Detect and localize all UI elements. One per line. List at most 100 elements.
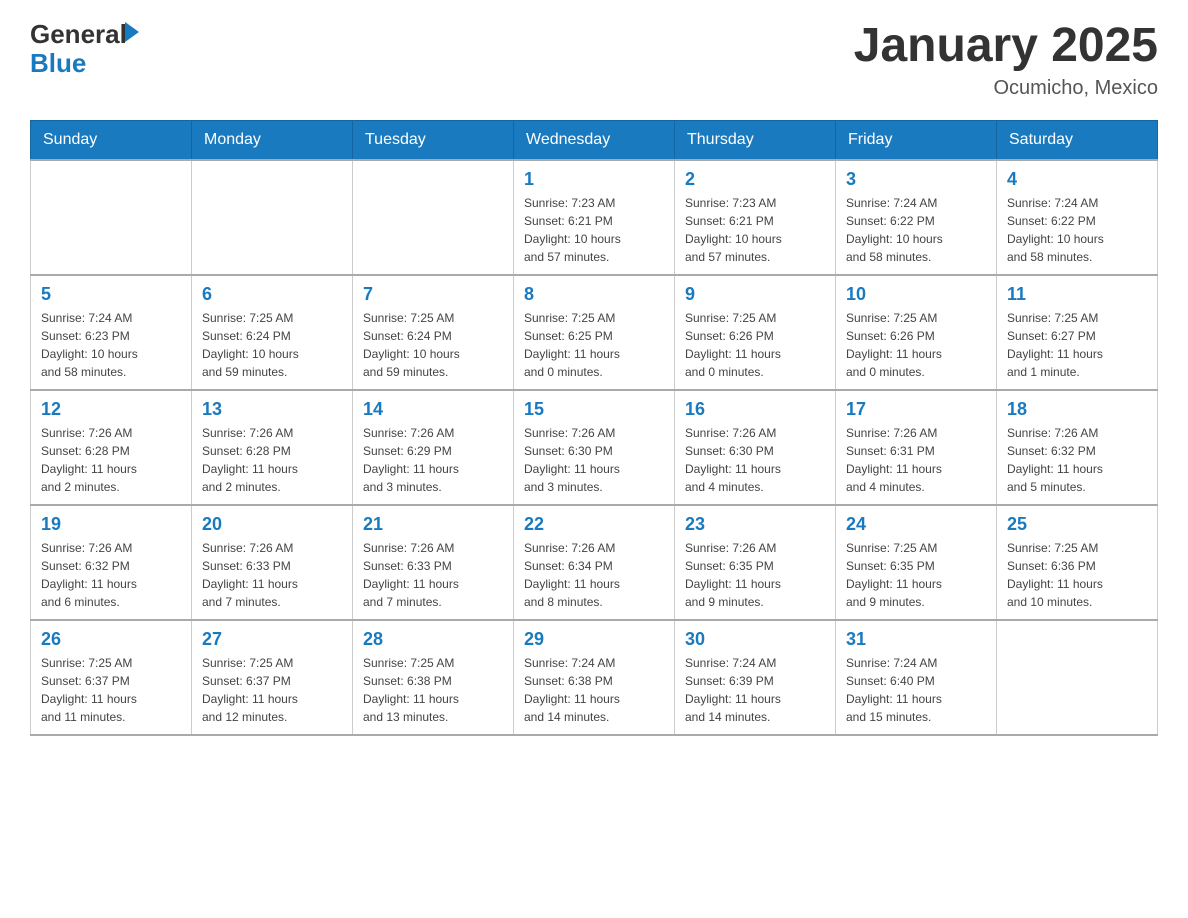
day-number: 8	[524, 284, 664, 305]
day-info: Sunrise: 7:24 AM Sunset: 6:22 PM Dayligh…	[1007, 194, 1147, 266]
cell-week3-day3: 14Sunrise: 7:26 AM Sunset: 6:29 PM Dayli…	[353, 390, 514, 505]
day-info: Sunrise: 7:25 AM Sunset: 6:25 PM Dayligh…	[524, 309, 664, 381]
cell-week3-day1: 12 Sunrise: 7:26 AM Sunset: 6:28 PM Dayli…	[31, 390, 192, 505]
day-number: 31	[846, 629, 986, 650]
day-number: 9	[685, 284, 825, 305]
day-info: Sunrise: 7:25 AM Sunset: 6:37 PM Dayligh…	[41, 654, 181, 726]
day-info: Sunrise: 7:26 AM Sunset: 6:30 PM Dayligh…	[524, 424, 664, 496]
week-row-3: 12 Sunrise: 7:26 AM Sunset: 6:28 PM Dayli…	[31, 390, 1158, 505]
day-number: 1	[524, 169, 664, 190]
day-info: Sunrise: 7:25 AM Sunset: 6:26 PM Dayligh…	[685, 309, 825, 381]
day-info: Sunrise: 7:24 AM Sunset: 6:39 PM Dayligh…	[685, 654, 825, 726]
weekday-header-row: SundayMondayTuesdayWednesdayThursdayFrid…	[31, 120, 1158, 160]
day-number: 21	[363, 514, 503, 535]
week-row-4: 19Sunrise: 7:26 AM Sunset: 6:32 PM Dayli…	[31, 505, 1158, 620]
day-number: 26	[41, 629, 181, 650]
cell-week2-day4: 8 Sunrise: 7:25 AM Sunset: 6:25 PM Daylig…	[514, 275, 675, 390]
cell-week1-day3	[353, 160, 514, 275]
cell-week5-day7	[997, 620, 1158, 735]
day-number: 13	[202, 399, 342, 420]
day-info: Sunrise: 7:25 AM Sunset: 6:38 PM Dayligh…	[363, 654, 503, 726]
header-sunday: Sunday	[31, 120, 192, 160]
day-number: 17	[846, 399, 986, 420]
header-friday: Friday	[836, 120, 997, 160]
cell-week3-day5: 16Sunrise: 7:26 AM Sunset: 6:30 PM Dayli…	[675, 390, 836, 505]
day-number: 10	[846, 284, 986, 305]
day-number: 16	[685, 399, 825, 420]
logo-general-text: General	[30, 20, 127, 49]
day-number: 20	[202, 514, 342, 535]
header-monday: Monday	[192, 120, 353, 160]
header: General Blue January 2025 Ocumicho, Mexi…	[30, 20, 1158, 100]
day-number: 19	[41, 514, 181, 535]
day-info: Sunrise: 7:23 AM Sunset: 6:21 PM Dayligh…	[524, 194, 664, 266]
day-info: Sunrise: 7:25 AM Sunset: 6:35 PM Dayligh…	[846, 539, 986, 611]
logo-blue-text: Blue	[30, 49, 139, 78]
day-info: Sunrise: 7:25 AM Sunset: 6:26 PM Dayligh…	[846, 309, 986, 381]
header-saturday: Saturday	[997, 120, 1158, 160]
day-info: Sunrise: 7:25 AM Sunset: 6:37 PM Dayligh…	[202, 654, 342, 726]
day-info: Sunrise: 7:26 AM Sunset: 6:35 PM Dayligh…	[685, 539, 825, 611]
day-info: Sunrise: 7:26 AM Sunset: 6:28 PM Dayligh…	[41, 424, 181, 496]
header-tuesday: Tuesday	[353, 120, 514, 160]
cell-week1-day4: 1 Sunrise: 7:23 AM Sunset: 6:21 PM Daylig…	[514, 160, 675, 275]
day-info: Sunrise: 7:24 AM Sunset: 6:23 PM Dayligh…	[41, 309, 181, 381]
day-info: Sunrise: 7:26 AM Sunset: 6:28 PM Dayligh…	[202, 424, 342, 496]
cell-week2-day7: 11 Sunrise: 7:25 AM Sunset: 6:27 PM Dayli…	[997, 275, 1158, 390]
day-number: 27	[202, 629, 342, 650]
cell-week1-day7: 4 Sunrise: 7:24 AM Sunset: 6:22 PM Daylig…	[997, 160, 1158, 275]
day-number: 12	[41, 399, 181, 420]
cell-week3-day7: 18 Sunrise: 7:26 AM Sunset: 6:32 PM Dayli…	[997, 390, 1158, 505]
day-number: 6	[202, 284, 342, 305]
logo: General Blue	[30, 20, 139, 77]
cell-week2-day1: 5 Sunrise: 7:24 AM Sunset: 6:23 PM Daylig…	[31, 275, 192, 390]
cell-week3-day2: 13 Sunrise: 7:26 AM Sunset: 6:28 PM Dayli…	[192, 390, 353, 505]
calendar-table: SundayMondayTuesdayWednesdayThursdayFrid…	[30, 120, 1158, 736]
week-row-2: 5 Sunrise: 7:24 AM Sunset: 6:23 PM Daylig…	[31, 275, 1158, 390]
day-info: Sunrise: 7:26 AM Sunset: 6:33 PM Dayligh…	[202, 539, 342, 611]
day-info: Sunrise: 7:25 AM Sunset: 6:27 PM Dayligh…	[1007, 309, 1147, 381]
day-number: 25	[1007, 514, 1147, 535]
cell-week1-day6: 3 Sunrise: 7:24 AM Sunset: 6:22 PM Daylig…	[836, 160, 997, 275]
day-number: 15	[524, 399, 664, 420]
calendar-title: January 2025	[854, 20, 1158, 73]
cell-week4-day4: 22 Sunrise: 7:26 AM Sunset: 6:34 PM Dayli…	[514, 505, 675, 620]
day-number: 24	[846, 514, 986, 535]
day-number: 11	[1007, 284, 1147, 305]
day-number: 30	[685, 629, 825, 650]
day-info: Sunrise: 7:24 AM Sunset: 6:40 PM Dayligh…	[846, 654, 986, 726]
day-number: 28	[363, 629, 503, 650]
cell-week5-day4: 29 Sunrise: 7:24 AM Sunset: 6:38 PM Dayli…	[514, 620, 675, 735]
cell-week1-day2	[192, 160, 353, 275]
day-info: Sunrise: 7:26 AM Sunset: 6:34 PM Dayligh…	[524, 539, 664, 611]
cell-week1-day1	[31, 160, 192, 275]
day-info: Sunrise: 7:25 AM Sunset: 6:36 PM Dayligh…	[1007, 539, 1147, 611]
cell-week4-day2: 20 Sunrise: 7:26 AM Sunset: 6:33 PM Dayli…	[192, 505, 353, 620]
day-info: Sunrise: 7:24 AM Sunset: 6:22 PM Dayligh…	[846, 194, 986, 266]
day-number: 7	[363, 284, 503, 305]
cell-week2-day5: 9 Sunrise: 7:25 AM Sunset: 6:26 PM Daylig…	[675, 275, 836, 390]
cell-week3-day6: 17 Sunrise: 7:26 AM Sunset: 6:31 PM Dayli…	[836, 390, 997, 505]
cell-week5-day1: 26 Sunrise: 7:25 AM Sunset: 6:37 PM Dayli…	[31, 620, 192, 735]
header-wednesday: Wednesday	[514, 120, 675, 160]
cell-week4-day6: 24 Sunrise: 7:25 AM Sunset: 6:35 PM Dayli…	[836, 505, 997, 620]
day-info: Sunrise: 7:26 AM Sunset: 6:29 PM Dayligh…	[363, 424, 503, 496]
day-number: 18	[1007, 399, 1147, 420]
day-number: 4	[1007, 169, 1147, 190]
day-info: Sunrise: 7:26 AM Sunset: 6:31 PM Dayligh…	[846, 424, 986, 496]
cell-week5-day5: 30 Sunrise: 7:24 AM Sunset: 6:39 PM Dayli…	[675, 620, 836, 735]
day-info: Sunrise: 7:24 AM Sunset: 6:38 PM Dayligh…	[524, 654, 664, 726]
cell-week4-day3: 21 Sunrise: 7:26 AM Sunset: 6:33 PM Dayli…	[353, 505, 514, 620]
day-number: 2	[685, 169, 825, 190]
day-info: Sunrise: 7:26 AM Sunset: 6:33 PM Dayligh…	[363, 539, 503, 611]
day-number: 22	[524, 514, 664, 535]
cell-week4-day5: 23 Sunrise: 7:26 AM Sunset: 6:35 PM Dayli…	[675, 505, 836, 620]
day-number: 29	[524, 629, 664, 650]
day-number: 23	[685, 514, 825, 535]
day-number: 5	[41, 284, 181, 305]
day-info: Sunrise: 7:26 AM Sunset: 6:32 PM Dayligh…	[1007, 424, 1147, 496]
cell-week5-day3: 28 Sunrise: 7:25 AM Sunset: 6:38 PM Dayli…	[353, 620, 514, 735]
day-info: Sunrise: 7:23 AM Sunset: 6:21 PM Dayligh…	[685, 194, 825, 266]
week-row-5: 26 Sunrise: 7:25 AM Sunset: 6:37 PM Dayli…	[31, 620, 1158, 735]
day-number: 3	[846, 169, 986, 190]
